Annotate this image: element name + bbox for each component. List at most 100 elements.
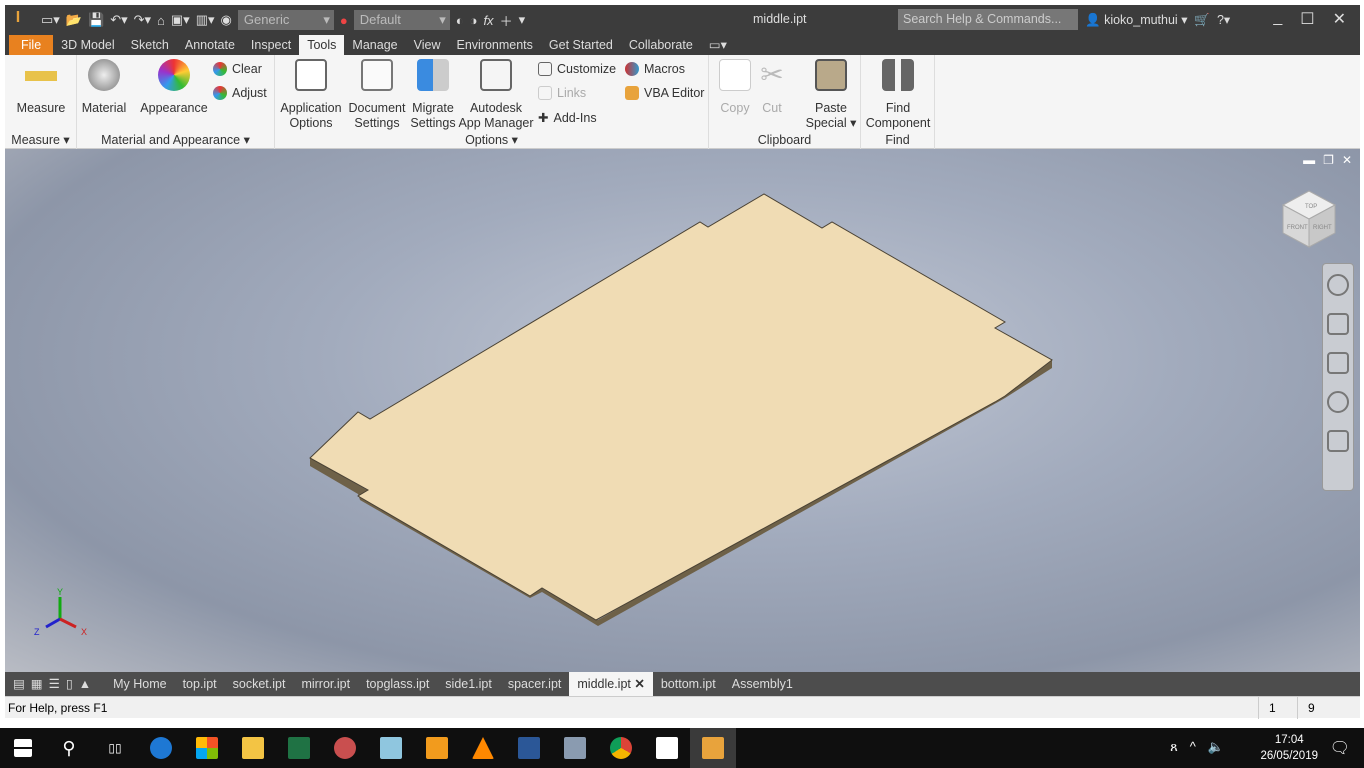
- material-combo[interactable]: Generic: [237, 10, 334, 30]
- look-at-icon[interactable]: [1327, 430, 1349, 452]
- doc-tab[interactable]: top.ipt: [175, 672, 225, 696]
- doc-tab[interactable]: topglass.ipt: [358, 672, 437, 696]
- application-options-button[interactable]: Application Options: [279, 59, 343, 131]
- redo-icon[interactable]: ↷▾: [134, 12, 151, 28]
- tab-tools[interactable]: Tools: [299, 35, 345, 55]
- pan-hand-icon[interactable]: [1327, 313, 1349, 335]
- people-icon[interactable]: ጸ: [1170, 739, 1178, 755]
- close-button[interactable]: ✕: [1333, 9, 1346, 29]
- vba-editor-button[interactable]: VBA Editor: [625, 86, 704, 100]
- sublime-app[interactable]: [414, 728, 460, 768]
- cut-button[interactable]: ✂ Cut: [755, 59, 789, 116]
- viewcube-top[interactable]: TOP: [1305, 204, 1317, 210]
- cart-icon[interactable]: 🛒: [1194, 13, 1210, 27]
- material-panel-title[interactable]: Material and Appearance ▾: [77, 132, 274, 147]
- inventor-logo[interactable]: I: [5, 5, 31, 35]
- material-button[interactable]: Material: [79, 59, 129, 116]
- paste-special-button[interactable]: Paste Special ▾: [803, 59, 859, 131]
- tab-annotate[interactable]: Annotate: [177, 35, 243, 55]
- appearance-icon[interactable]: ●: [340, 13, 348, 28]
- window-layout-icons[interactable]: ▤▦☰▯▲: [5, 672, 105, 696]
- doc-tab[interactable]: bottom.ipt: [653, 672, 724, 696]
- tab-inspect[interactable]: Inspect: [243, 35, 299, 55]
- undo-icon[interactable]: ↶▾: [110, 12, 127, 28]
- fx-icon[interactable]: fx: [483, 13, 493, 28]
- save-icon[interactable]: 💾: [88, 12, 104, 28]
- tab-manage[interactable]: Manage: [344, 35, 405, 55]
- zoom-icon[interactable]: [1327, 352, 1349, 374]
- macros-button[interactable]: Macros: [625, 62, 685, 76]
- measure-button[interactable]: Measure: [13, 59, 69, 116]
- tab-3d-model[interactable]: 3D Model: [53, 35, 123, 55]
- steering-wheel-icon[interactable]: [1327, 274, 1349, 296]
- store-app[interactable]: [184, 728, 230, 768]
- doc-tab[interactable]: side1.ipt: [437, 672, 500, 696]
- maximize-button[interactable]: ☐: [1300, 9, 1314, 29]
- copy-button[interactable]: Copy: [715, 59, 755, 116]
- doc-tab[interactable]: mirror.ipt: [293, 672, 358, 696]
- migrate-settings-button[interactable]: Migrate Settings: [409, 59, 457, 131]
- vlc-app[interactable]: [460, 728, 506, 768]
- minimize-button[interactable]: _: [1273, 9, 1282, 29]
- viewcube-front[interactable]: FRONT: [1287, 225, 1308, 231]
- customize-button[interactable]: Customize: [538, 62, 616, 76]
- notifications-icon[interactable]: 🗨: [1330, 738, 1350, 758]
- app-manager-button[interactable]: Autodesk App Manager: [457, 59, 535, 131]
- word-app[interactable]: [506, 728, 552, 768]
- find-component-button[interactable]: Find Component: [863, 59, 933, 131]
- options-panel-title[interactable]: Options ▾: [275, 132, 708, 147]
- ribbon-display-toggle[interactable]: ▭▾: [701, 35, 735, 55]
- measure-panel-title[interactable]: Measure ▾: [5, 132, 76, 147]
- task-view-button[interactable]: ▯▯: [92, 728, 138, 768]
- appearance-combo[interactable]: Default: [353, 10, 450, 30]
- show-hidden-icon[interactable]: ^: [1190, 739, 1196, 755]
- plus-icon[interactable]: ＋: [500, 11, 513, 30]
- clock[interactable]: 17:04 26/05/2019: [1260, 732, 1318, 764]
- inventor-app[interactable]: [690, 728, 736, 768]
- appearance-button[interactable]: Appearance: [139, 59, 209, 116]
- help-icon[interactable]: ?▾: [1217, 13, 1230, 27]
- material-icon[interactable]: ◉: [221, 12, 232, 28]
- tab-view[interactable]: View: [406, 35, 449, 55]
- glass-app[interactable]: [368, 728, 414, 768]
- doc-tab-my-home[interactable]: My Home: [105, 672, 174, 696]
- photos-app[interactable]: [644, 728, 690, 768]
- clear-button[interactable]: Clear: [213, 62, 262, 76]
- open-icon[interactable]: 📂: [66, 12, 82, 28]
- chrome-app[interactable]: [598, 728, 644, 768]
- tab-sketch[interactable]: Sketch: [123, 35, 177, 55]
- search-input[interactable]: Search Help & Commands...: [898, 9, 1078, 30]
- update-icon[interactable]: ▣▾: [171, 12, 190, 28]
- adjust-button[interactable]: Adjust: [213, 86, 267, 100]
- viewcube-right[interactable]: RIGHT: [1313, 225, 1332, 231]
- document-settings-button[interactable]: Document Settings: [347, 59, 407, 131]
- doc-tab[interactable]: Assembly1: [724, 672, 801, 696]
- 3d-viewport[interactable]: ▬ ❐ ✕ TOP FRONT RIGHT Y Z X: [5, 149, 1360, 673]
- tab-collaborate[interactable]: Collaborate: [621, 35, 701, 55]
- add-ins-button[interactable]: ✚ Add-Ins: [538, 110, 597, 126]
- doc-tab[interactable]: socket.ipt: [225, 672, 294, 696]
- home-icon[interactable]: ⌂: [157, 13, 165, 28]
- doc-tab-active[interactable]: middle.ipt ✕: [569, 672, 653, 696]
- paint-app[interactable]: [322, 728, 368, 768]
- excel-app[interactable]: [276, 728, 322, 768]
- edge-app[interactable]: [138, 728, 184, 768]
- links-button[interactable]: Links: [538, 86, 586, 100]
- orbit-icon[interactable]: [1327, 391, 1349, 413]
- doc-tab[interactable]: spacer.ipt: [500, 672, 570, 696]
- control-panel-app[interactable]: [552, 728, 598, 768]
- select-icon[interactable]: ▥▾: [196, 12, 215, 28]
- volume-icon[interactable]: 🔈: [1208, 739, 1224, 755]
- adjust-icon[interactable]: ◐: [456, 13, 464, 28]
- close-tab-icon[interactable]: ✕: [634, 677, 644, 691]
- tab-get-started[interactable]: Get Started: [541, 35, 621, 55]
- start-button[interactable]: [0, 728, 46, 768]
- tab-environments[interactable]: Environments: [448, 35, 540, 55]
- tab-file[interactable]: File: [9, 35, 54, 55]
- customize-qa-icon[interactable]: ▾: [519, 12, 526, 28]
- user-menu[interactable]: 👤 kioko_muthui ▾ 🛒 ?▾: [1085, 12, 1230, 28]
- search-button[interactable]: ⚲: [46, 728, 92, 768]
- clear-icon[interactable]: ◑: [470, 13, 478, 28]
- new-icon[interactable]: ▭▾: [41, 12, 60, 28]
- view-cube[interactable]: TOP FRONT RIGHT: [1281, 190, 1337, 248]
